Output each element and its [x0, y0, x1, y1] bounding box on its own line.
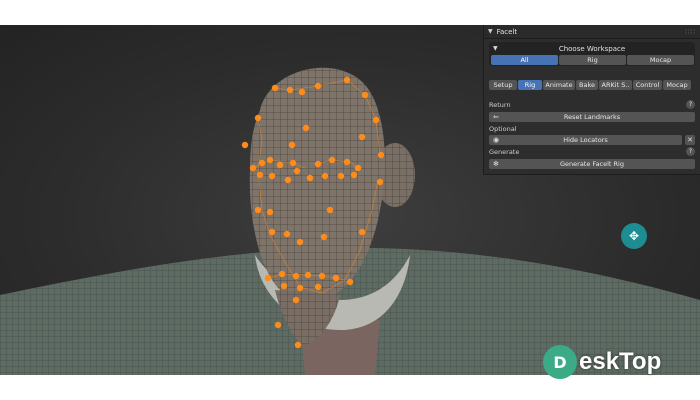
help-icon[interactable]: ? — [686, 100, 695, 109]
tab-mocap[interactable]: Mocap — [663, 80, 691, 90]
optional-row: Optional — [489, 124, 695, 133]
reset-landmarks-button[interactable]: ⇐ Reset Landmarks — [489, 112, 695, 122]
watermark-logo: D — [543, 345, 577, 379]
tab-animate[interactable]: Animate — [543, 80, 575, 90]
hide-locators-label: Hide Locators — [563, 136, 608, 144]
tab-rig[interactable]: Rig — [518, 80, 542, 90]
optional-label: Optional — [489, 124, 517, 133]
generate-label: Generate — [489, 147, 520, 156]
eye-icon: ◉ — [493, 136, 500, 144]
triangle-down-icon[interactable]: ▼ — [493, 45, 498, 52]
tab-setup[interactable]: Setup — [489, 80, 517, 90]
tab-bake[interactable]: Bake — [576, 80, 598, 90]
watermark-text: eskTop — [579, 348, 662, 375]
tab-workspace-all[interactable]: All — [491, 55, 558, 65]
hide-locators-button[interactable]: ◉ Hide Locators — [489, 135, 682, 145]
generate-rig-label: Generate Facelt Rig — [560, 160, 624, 168]
close-icon[interactable]: ✕ — [685, 135, 695, 145]
reset-landmarks-label: Reset Landmarks — [563, 113, 621, 121]
mode-tabs: Setup Rig Animate Bake ARKit S.. Control… — [489, 80, 691, 90]
facelt-panel: ▼ Facelt ∷∷ ▼ Choose Workspace All Rig M… — [483, 25, 700, 175]
generate-rig-button[interactable]: ✻ Generate Facelt Rig — [489, 159, 695, 169]
return-label: Return — [489, 100, 511, 109]
arrow-left-icon: ⇐ — [493, 113, 499, 121]
return-row: Return ? — [489, 100, 695, 109]
triangle-down-icon[interactable]: ▼ — [488, 28, 493, 35]
drag-handle-icon[interactable]: ∷∷ — [685, 28, 696, 36]
workspace-tabs: All Rig Mocap — [491, 55, 694, 65]
help-icon[interactable]: ? — [686, 147, 695, 156]
choose-workspace-row[interactable]: ▼ Choose Workspace — [489, 43, 695, 54]
tab-control[interactable]: Control — [633, 80, 662, 90]
watermark-logo-letter: D — [553, 352, 567, 372]
running-figure-icon: ✻ — [493, 160, 499, 168]
panel-header[interactable]: ▼ Facelt ∷∷ — [484, 25, 700, 39]
panel-title: Facelt — [496, 27, 518, 36]
tab-arkit[interactable]: ARKit S.. — [599, 80, 632, 90]
tab-workspace-rig[interactable]: Rig — [559, 55, 626, 65]
generate-row: Generate ? — [489, 147, 695, 156]
tab-workspace-mocap[interactable]: Mocap — [627, 55, 694, 65]
choose-workspace-label: Choose Workspace — [558, 44, 626, 53]
move-cross-icon[interactable]: ✥ — [621, 223, 647, 249]
watermark: D eskTop — [543, 342, 661, 382]
